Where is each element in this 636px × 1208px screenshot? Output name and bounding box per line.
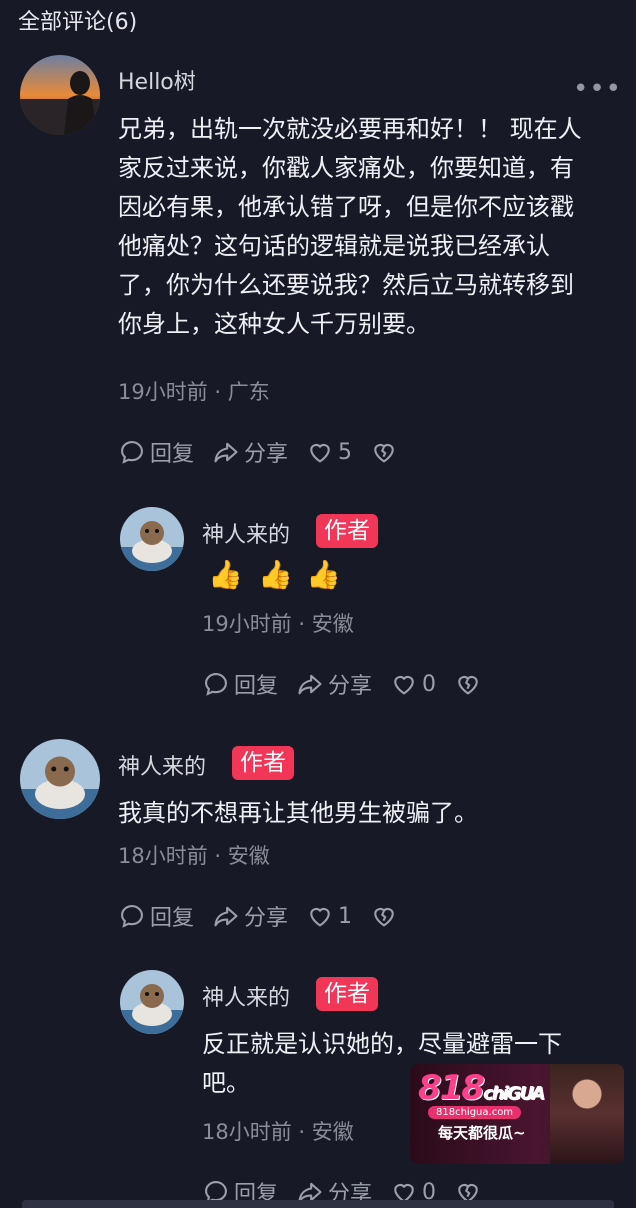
broken-heart-icon (374, 907, 394, 927)
comment-line: 反正就是认识她的，尽量避雷一下 (202, 1030, 562, 1058)
broken-heart-icon (458, 675, 478, 695)
like-button[interactable]: 0 (390, 670, 436, 698)
ad-logo: 818chiGUA (418, 1068, 545, 1108)
comment-meta: 19小时前 · 安徽 (202, 612, 354, 636)
thumbs-up-icon: 👍 (208, 558, 243, 591)
comment-actions: 回复 分享 1 (118, 899, 420, 933)
share-button[interactable]: 分享 (296, 668, 372, 700)
share-icon (298, 674, 322, 695)
avatar-seal-image (120, 507, 184, 571)
ad-person-image (550, 1064, 624, 1164)
comments-header: 全部评论(6) (18, 10, 138, 35)
username[interactable]: 神人来的 (118, 749, 206, 781)
share-icon (214, 442, 238, 463)
comment-line: 你身上，这种女人千万别要。 (118, 310, 430, 338)
avatar[interactable] (120, 970, 184, 1034)
author-badge: 作者 (316, 977, 378, 1011)
comment-actions: 回复 分享 5 (118, 435, 420, 469)
comment-text: 兄弟，出轨一次就没必要再和好！！ 现在人 家反过来说，你戳人家痛处，你要知道，有… (118, 110, 582, 344)
like-button[interactable]: 5 (306, 438, 352, 466)
reply-button[interactable]: 回复 (118, 900, 194, 932)
comment-line: 他痛处？这句话的逻辑就是说我已经承认 (118, 232, 550, 260)
reply-label: 回复 (234, 674, 279, 699)
comment-meta: 19小时前 · 广东 (118, 380, 270, 404)
reply-icon (121, 905, 143, 928)
avatar-sunset-image (20, 55, 100, 135)
avatar[interactable] (120, 507, 184, 571)
ad-logo-number: 818 (418, 1068, 485, 1108)
ad-url: 818chigua.com (428, 1106, 522, 1119)
reply-icon (205, 673, 227, 696)
broken-heart-icon (374, 443, 394, 463)
bottom-input-bar[interactable] (22, 1200, 614, 1208)
username[interactable]: 神人来的 (202, 980, 290, 1012)
dislike-button[interactable] (454, 670, 486, 698)
heart-icon (310, 907, 330, 927)
reply-label: 回复 (150, 906, 195, 931)
comment-line: 家反过来说，你戳人家痛处，你要知道，有 (118, 154, 574, 182)
like-button[interactable]: 1 (306, 902, 352, 930)
share-label: 分享 (244, 906, 289, 931)
watermark-ad-banner[interactable]: 818chiGUA 818chigua.com 每天都很瓜~ (410, 1064, 624, 1164)
comment-meta: 18小时前 · 安徽 (118, 844, 270, 868)
heart-icon (310, 443, 330, 463)
comment-line: 兄弟，出轨一次就没必要再和好！！ 现在人 (118, 115, 582, 143)
more-options-icon[interactable]: ••• (573, 74, 622, 104)
reply-icon (121, 441, 143, 464)
share-label: 分享 (244, 442, 289, 467)
share-label: 分享 (328, 674, 373, 699)
author-badge: 作者 (232, 746, 294, 780)
comment-text: 我真的不想再让其他男生被骗了。 (118, 799, 478, 827)
author-badge: 作者 (316, 514, 378, 548)
avatar-seal-image (120, 970, 184, 1034)
reply-label: 回复 (150, 442, 195, 467)
thumbs-up-icon: 👍 (306, 558, 341, 591)
username[interactable]: 神人来的 (202, 517, 290, 549)
share-button[interactable]: 分享 (212, 900, 288, 932)
share-button[interactable]: 分享 (212, 436, 288, 468)
thumbs-up-icon: 👍 (258, 558, 293, 591)
comment-line: 因必有果，他承认错了呀，但是你不应该戳 (118, 193, 574, 221)
comment-actions: 回复 分享 0 (202, 667, 504, 701)
like-count: 0 (422, 671, 437, 697)
avatar-seal-image (20, 739, 100, 819)
heart-icon (394, 675, 414, 695)
dislike-button[interactable] (370, 438, 402, 466)
share-icon (214, 906, 238, 927)
avatar[interactable] (20, 55, 100, 135)
dislike-button[interactable] (370, 902, 402, 930)
reply-button[interactable]: 回复 (202, 668, 278, 700)
avatar[interactable] (20, 739, 100, 819)
like-count: 5 (338, 439, 353, 465)
ad-logo-text: chiGUA (482, 1083, 545, 1104)
reply-button[interactable]: 回复 (118, 436, 194, 468)
username[interactable]: Hello树 (118, 64, 196, 96)
comment-meta: 18小时前 · 安徽 (202, 1120, 354, 1144)
ad-slogan: 每天都很瓜~ (438, 1124, 526, 1142)
like-count: 1 (338, 903, 353, 929)
comment-line: 了，你为什么还要说我？然后立马就转移到 (118, 271, 574, 299)
